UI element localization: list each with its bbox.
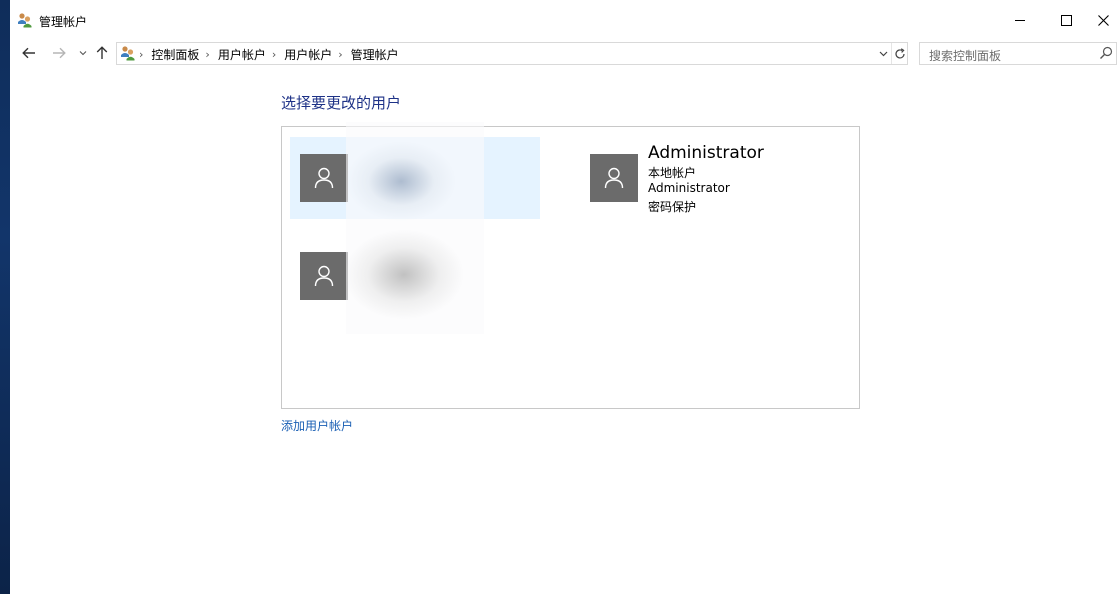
account-detail: Administrator — [648, 181, 730, 195]
minimize-button[interactable] — [997, 0, 1043, 40]
control-panel-icon — [120, 45, 136, 61]
breadcrumb-manage-accounts[interactable]: 管理帐户 — [351, 46, 399, 63]
chevron-down-icon — [879, 51, 887, 56]
close-icon — [1097, 14, 1109, 26]
breadcrumb-control-panel[interactable]: 控制面板 — [151, 46, 199, 63]
users-control-panel-icon — [17, 12, 33, 28]
page-title: 选择要更改的用户 — [281, 94, 402, 112]
refresh-icon — [895, 47, 905, 59]
chevron-right-icon[interactable]: › — [338, 48, 342, 61]
arrow-up-icon — [96, 46, 108, 59]
account-name: Administrator — [648, 143, 764, 163]
manage-accounts-window: 管理帐户 › 控制面板 › 用户帐户 › 用户帐户 › 管理帐户 搜索控制面板 … — [10, 0, 1117, 594]
chevron-right-icon[interactable]: › — [139, 48, 143, 61]
back-button[interactable] — [19, 43, 39, 63]
forward-button[interactable] — [49, 43, 69, 63]
maximize-button[interactable] — [1043, 0, 1089, 40]
user-avatar-icon — [590, 154, 638, 202]
account-password-status: 密码保护 — [648, 200, 697, 214]
arrow-right-icon — [53, 47, 66, 59]
chevron-right-icon[interactable]: › — [205, 48, 209, 61]
search-icon[interactable] — [1099, 46, 1113, 60]
address-history-button[interactable] — [876, 43, 890, 64]
arrow-left-icon — [22, 47, 35, 59]
maximize-icon — [1060, 14, 1072, 26]
close-button[interactable] — [1089, 0, 1117, 40]
minimize-icon — [1015, 19, 1025, 21]
account-type: 本地帐户 — [648, 166, 697, 180]
title-bar: 管理帐户 — [10, 0, 1117, 40]
recent-locations-button[interactable] — [76, 43, 90, 63]
window-title: 管理帐户 — [39, 15, 88, 29]
breadcrumb-user-accounts[interactable]: 用户帐户 — [284, 46, 332, 63]
search-placeholder: 搜索控制面板 — [929, 49, 1002, 63]
navigation-bar: › 控制面板 › 用户帐户 › 用户帐户 › 管理帐户 搜索控制面板 — [10, 40, 1117, 66]
account-tile-administrator[interactable]: Administrator 本地帐户 Administrator 密码保护 — [580, 137, 840, 219]
chevron-down-icon — [79, 51, 87, 56]
user-avatar-icon — [300, 154, 348, 202]
chevron-right-icon[interactable]: › — [272, 48, 276, 61]
desktop-background — [0, 0, 10, 594]
up-button[interactable] — [92, 43, 112, 63]
user-avatar-icon — [300, 252, 348, 300]
search-input[interactable]: 搜索控制面板 — [919, 42, 1117, 65]
add-user-account-link[interactable]: 添加用户帐户 — [281, 417, 353, 434]
address-bar[interactable]: › 控制面板 › 用户帐户 › 用户帐户 › 管理帐户 — [116, 42, 908, 65]
redaction-blur — [346, 122, 484, 334]
breadcrumb-user-accounts-category[interactable]: 用户帐户 — [218, 46, 266, 63]
refresh-button[interactable] — [891, 43, 908, 64]
breadcrumb: › 控制面板 › 用户帐户 › 用户帐户 › 管理帐户 — [139, 46, 399, 63]
